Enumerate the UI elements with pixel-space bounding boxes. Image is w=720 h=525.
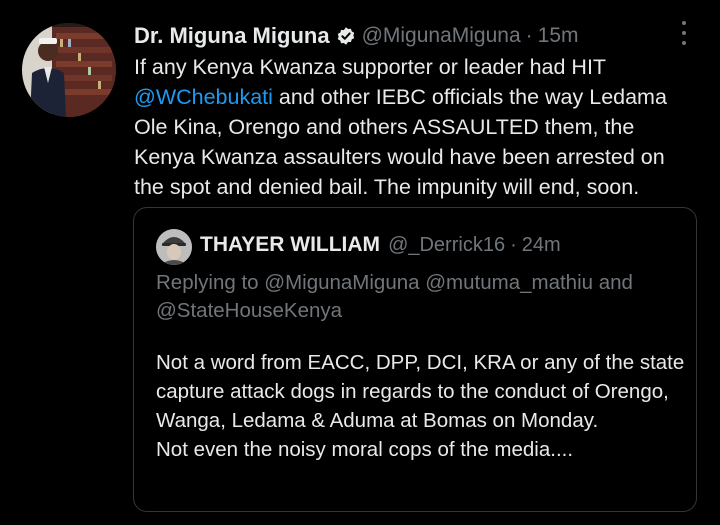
header-separator: · bbox=[525, 24, 533, 47]
author-name[interactable]: Dr. Miguna Miguna bbox=[134, 23, 330, 49]
more-vertical-icon[interactable] bbox=[676, 21, 692, 45]
quoted-avatar-image bbox=[156, 229, 192, 265]
tweet-text-part-1: If any Kenya Kwanza supporter or leader … bbox=[134, 55, 606, 79]
quoted-author-handle[interactable]: @_Derrick16 bbox=[388, 234, 505, 257]
tweet-timestamp[interactable]: 15m bbox=[538, 24, 579, 48]
tweet-text: If any Kenya Kwanza supporter or leader … bbox=[134, 52, 694, 202]
author-avatar[interactable] bbox=[22, 23, 116, 117]
quoted-timestamp[interactable]: 24m bbox=[522, 234, 561, 257]
replying-to-line: Replying to @MigunaMiguna @mutuma_mathiu… bbox=[156, 271, 633, 322]
quoted-tweet-header: THAYER WILLIAM @_Derrick16 · 24m bbox=[200, 230, 561, 260]
quoted-author-avatar[interactable] bbox=[156, 229, 192, 265]
tweet-header: Dr. Miguna Miguna @MigunaMiguna · 15m bbox=[134, 20, 579, 52]
quoted-author-name[interactable]: THAYER WILLIAM bbox=[200, 233, 380, 257]
author-avatar-image bbox=[22, 23, 116, 117]
quoted-tweet[interactable]: THAYER WILLIAM @_Derrick16 · 24m Replyin… bbox=[133, 207, 697, 512]
tweet[interactable]: Dr. Miguna Miguna @MigunaMiguna · 15m If… bbox=[0, 0, 720, 525]
author-handle[interactable]: @MigunaMiguna bbox=[362, 24, 521, 48]
mention-link[interactable]: @WChebukati bbox=[134, 85, 273, 109]
quoted-header-separator: · bbox=[510, 233, 517, 256]
quoted-tweet-text: Not a word from EACC, DPP, DCI, KRA or a… bbox=[156, 351, 685, 461]
verified-badge-icon bbox=[336, 26, 356, 46]
